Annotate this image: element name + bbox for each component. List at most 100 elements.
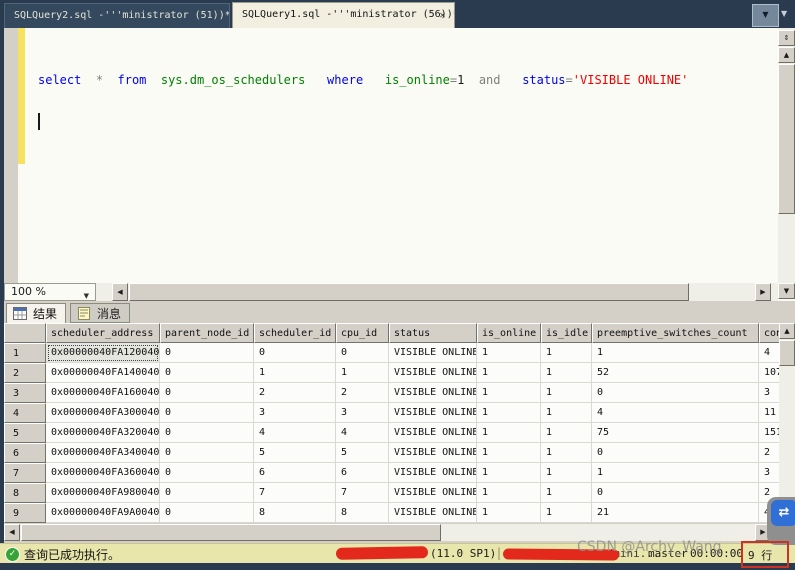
sql-editor[interactable]: select * from sys.dm_os_schedulers where… — [0, 28, 795, 283]
grid-cell[interactable]: 0 — [336, 343, 389, 363]
grid-cell[interactable]: 1 — [541, 503, 592, 523]
grid-cell[interactable]: VISIBLE ONLINE — [389, 503, 477, 523]
column-header-scheduler_id[interactable]: scheduler_id — [254, 323, 336, 343]
row-header[interactable]: 4 — [4, 403, 46, 423]
splitter-handle[interactable]: ⇕ — [778, 30, 795, 46]
column-header-cont[interactable]: cont — [759, 323, 779, 343]
grid-cell[interactable]: 107 — [759, 363, 779, 383]
row-header[interactable]: 9 — [4, 503, 46, 523]
grid-cell[interactable]: 0 — [254, 343, 336, 363]
grid-cell[interactable]: 1 — [477, 383, 541, 403]
grid-cell[interactable]: 0 — [160, 403, 254, 423]
grid-cell[interactable]: 7 — [254, 483, 336, 503]
grid-cell[interactable]: 3 — [336, 403, 389, 423]
scrollbar-thumb[interactable] — [779, 340, 795, 366]
scroll-up-button[interactable]: ▲ — [778, 47, 795, 63]
grid-cell[interactable]: 1 — [254, 363, 336, 383]
tab-results[interactable]: 结果 — [6, 303, 66, 323]
grid-cell[interactable]: 11 — [759, 403, 779, 423]
grid-vertical-scrollbar[interactable]: ▲ ▼ — [779, 323, 795, 523]
row-header[interactable]: 6 — [4, 443, 46, 463]
grid-cell[interactable]: 0x00000040FA140040 — [46, 363, 160, 383]
grid-cell[interactable]: 2 — [759, 443, 779, 463]
grid-cell[interactable]: 1 — [477, 343, 541, 363]
grid-cell[interactable]: 5 — [336, 443, 389, 463]
grid-cell[interactable]: 21 — [592, 503, 759, 523]
grid-cell[interactable]: 0x00000040FA980040 — [46, 483, 160, 503]
scroll-down-button[interactable]: ▼ — [778, 283, 795, 299]
grid-cell[interactable]: 4 — [759, 343, 779, 363]
grid-cell[interactable]: VISIBLE ONLINE — [389, 483, 477, 503]
grid-cell[interactable]: 2 — [336, 383, 389, 403]
grid-cell[interactable]: 5 — [254, 443, 336, 463]
row-header[interactable]: 3 — [4, 383, 46, 403]
grid-cell[interactable]: 1 — [541, 343, 592, 363]
grid-cell[interactable]: VISIBLE ONLINE — [389, 423, 477, 443]
column-header-scheduler_address[interactable]: scheduler_address — [46, 323, 160, 343]
grid-cell[interactable]: 52 — [592, 363, 759, 383]
grid-cell[interactable]: 2 — [254, 383, 336, 403]
grid-cell[interactable]: 0 — [160, 483, 254, 503]
column-header-preemptive_switches_count[interactable]: preemptive_switches_count — [592, 323, 759, 343]
column-header-status[interactable]: status — [389, 323, 477, 343]
row-header[interactable]: 5 — [4, 423, 46, 443]
grid-cell[interactable]: 75 — [592, 423, 759, 443]
editor-vertical-scrollbar[interactable]: ⇕ ▲ ▼ — [778, 28, 795, 299]
grid-cell[interactable]: VISIBLE ONLINE — [389, 403, 477, 423]
active-files-dropdown-button[interactable]: ▼ — [752, 4, 779, 27]
grid-cell[interactable]: 4 — [336, 423, 389, 443]
grid-cell[interactable]: 0x00000040FA320040 — [46, 423, 160, 443]
grid-cell[interactable]: 0x00000040FA120040 — [46, 343, 160, 363]
grid-cell[interactable]: 1 — [477, 463, 541, 483]
grid-cell[interactable]: 0x00000040FA160040 — [46, 383, 160, 403]
grid-cell[interactable]: 4 — [592, 403, 759, 423]
column-header-is_idle[interactable]: is_idle — [541, 323, 592, 343]
grid-cell[interactable]: VISIBLE ONLINE — [389, 443, 477, 463]
editor-horizontal-scrollbar[interactable]: ◀ ▶ — [0, 283, 778, 301]
grid-cell[interactable]: 1 — [592, 343, 759, 363]
grid-cell[interactable]: 1 — [541, 463, 592, 483]
row-header[interactable]: 1 — [4, 343, 46, 363]
grid-cell[interactable]: 1 — [592, 463, 759, 483]
column-header-is_online[interactable]: is_online — [477, 323, 541, 343]
grid-cell[interactable]: 0 — [160, 463, 254, 483]
grid-cell[interactable]: 0 — [160, 423, 254, 443]
grid-cell[interactable]: 1 — [336, 363, 389, 383]
grid-cell[interactable]: 1 — [541, 443, 592, 463]
grid-cell[interactable]: 1 — [477, 363, 541, 383]
grid-cell[interactable]: 6 — [254, 463, 336, 483]
grid-cell[interactable]: 0 — [160, 343, 254, 363]
grid-cell[interactable]: 0 — [160, 383, 254, 403]
chevron-down-icon[interactable]: ▼ — [781, 9, 787, 18]
scroll-left-button[interactable]: ◀ — [4, 524, 20, 541]
scroll-left-button[interactable]: ◀ — [112, 283, 128, 301]
close-icon[interactable]: ✕ — [436, 9, 449, 22]
grid-cell[interactable]: VISIBLE ONLINE — [389, 343, 477, 363]
grid-cell[interactable]: 0x00000040FA300040 — [46, 403, 160, 423]
grid-cell[interactable]: 0 — [592, 383, 759, 403]
column-header-cpu_id[interactable]: cpu_id — [336, 323, 389, 343]
grid-cell[interactable]: 0 — [160, 363, 254, 383]
grid-cell[interactable]: 0 — [160, 443, 254, 463]
grid-cell[interactable]: VISIBLE ONLINE — [389, 363, 477, 383]
zoom-level-select[interactable]: 100 % ▼ — [4, 283, 96, 301]
grid-cell[interactable]: 8 — [254, 503, 336, 523]
grid-cell[interactable]: 0x00000040FA340040 — [46, 443, 160, 463]
grid-cell[interactable]: 1 — [541, 403, 592, 423]
grid-cell[interactable]: 1 — [541, 423, 592, 443]
row-header[interactable]: 7 — [4, 463, 46, 483]
tab-sqlquery1[interactable]: SQLQuery1.sql -'''ministrator (56))* ✕ — [232, 2, 455, 28]
grid-cell[interactable]: 3 — [759, 463, 779, 483]
grid-cell[interactable]: 3 — [759, 383, 779, 403]
grid-cell[interactable]: 1 — [477, 443, 541, 463]
grid-cell[interactable]: 6 — [336, 463, 389, 483]
grid-cell[interactable]: 3 — [254, 403, 336, 423]
tab-messages[interactable]: 消息 — [70, 303, 130, 323]
grid-corner-cell[interactable] — [4, 323, 46, 343]
row-header[interactable]: 8 — [4, 483, 46, 503]
grid-cell[interactable]: 0x00000040FA9A0040 — [46, 503, 160, 523]
teamviewer-icon[interactable]: ⇄ — [771, 500, 795, 526]
grid-cell[interactable]: 7 — [336, 483, 389, 503]
grid-cell[interactable]: 1 — [541, 483, 592, 503]
grid-cell[interactable]: 1 — [541, 383, 592, 403]
